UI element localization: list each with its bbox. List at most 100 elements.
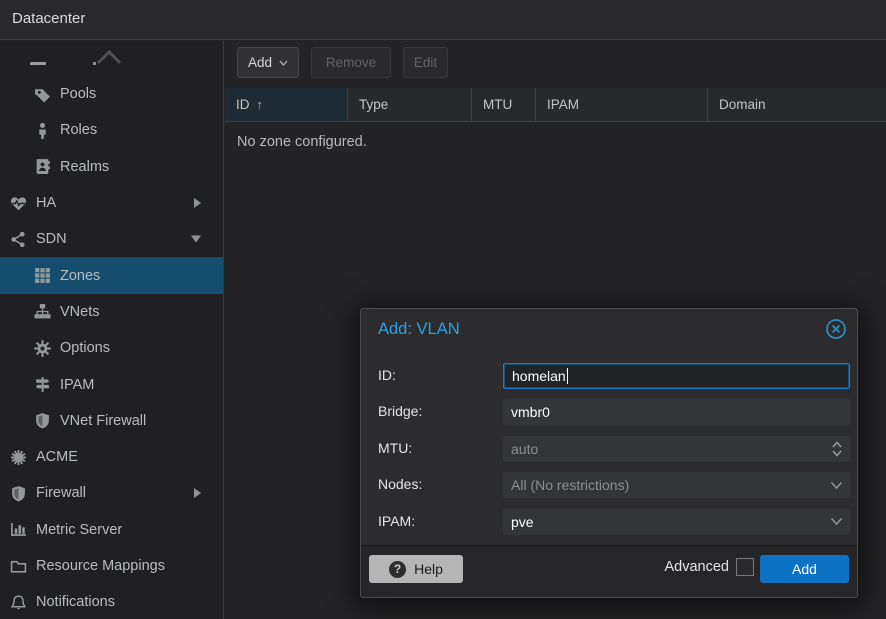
shield-icon [8,483,28,503]
bell-icon [8,592,28,612]
partially-scrolled-row[interactable] [0,41,223,76]
bridge-field[interactable]: vmbr0 [503,399,850,425]
tag-icon [32,84,52,104]
column-header-mtu[interactable]: MTU [472,88,536,122]
button-label: Edit [414,55,437,70]
sidebar-item-label: Roles [60,122,97,138]
sidebar-item-ipam[interactable]: IPAM [0,366,223,402]
field-value: All (No restrictions) [511,477,629,493]
sidebar-item-label: Options [60,340,110,356]
sidebar-item-label: SDN [36,231,67,247]
sidebar-item-label: Realms [60,159,109,175]
field-value: pve [511,514,534,530]
sidebar-item-options[interactable]: Options [0,330,223,366]
chevron-down-icon[interactable] [830,509,843,535]
add-vlan-dialog: Add: VLAN ID:homelanBridge:vmbr0MTU:auto… [360,308,858,598]
sidebar-item-roles[interactable]: Roles [0,112,223,148]
heartbeat-icon [8,193,28,213]
edit-button[interactable]: Edit [403,47,448,78]
gear-icon [32,338,52,358]
form-row-mtu: MTU: auto [361,436,859,464]
column-header-type[interactable]: Type [348,88,472,122]
field-value: auto [511,441,538,457]
add-submit-button[interactable]: Add [760,555,849,583]
network-icon [8,229,28,249]
field-value: homelan [512,368,566,384]
sidebar-item-label: Zones [60,268,100,284]
field-label: MTU: [378,440,412,456]
column-header-ipam[interactable]: IPAM [536,88,708,122]
add-submit-label: Add [792,561,817,577]
folder-icon [8,556,28,576]
spinner-icon[interactable] [831,436,843,462]
column-header-id[interactable]: ID↑ [225,88,348,122]
sidebar-item-vnets[interactable]: VNets [0,294,223,330]
sidebar-item-ha[interactable]: HA [0,185,223,221]
sidebar-item-label: IPAM [60,377,94,393]
expander-right-icon[interactable] [194,488,201,498]
advanced-label: Advanced [665,559,730,575]
expander-down-icon[interactable] [191,236,201,243]
sidebar-item-acme[interactable]: ACME [0,439,223,475]
top-bar: Datacenter [0,0,886,40]
advanced-checkbox[interactable] [736,558,754,576]
chevron-up-icon [96,49,122,65]
field-label: Nodes: [378,476,422,492]
sidebar-item-vnet-firewall[interactable]: VNet Firewall [0,403,223,439]
sitemap-icon [32,302,52,322]
bar-chart-icon [8,520,28,540]
sidebar-item-label: Firewall [36,485,86,501]
dialog-title: Add: VLAN [378,320,460,339]
form-row-id: ID:homelan [361,363,859,391]
sidebar-item-label: VNet Firewall [60,413,146,429]
shield-icon [32,411,52,431]
form-row-nodes: Nodes: All (No restrictions) [361,472,859,500]
nodes-field[interactable]: All (No restrictions) [503,472,850,498]
sidebar-item-label: HA [36,195,56,211]
id-field[interactable]: homelan [503,363,850,389]
expander-right-icon[interactable] [194,198,201,208]
button-label: Remove [326,55,376,70]
dialog-footer: ? Help Advanced Add [361,545,857,597]
ipam-field[interactable]: pve [503,509,850,535]
column-header-label: ID [236,97,250,112]
sidebar-item-label: Notifications [36,594,115,610]
field-value: vmbr0 [511,404,550,420]
sidebar-item-zones[interactable]: Zones [0,257,223,293]
column-header-label: Domain [719,97,766,112]
certificate-icon [8,447,28,467]
help-button-label: Help [414,561,443,577]
signpost-icon [32,375,52,395]
column-header-label: IPAM [547,97,579,112]
chevron-down-icon[interactable] [830,472,843,498]
column-header-label: MTU [483,97,512,112]
form-row-ipam: IPAM: pve [361,509,859,537]
sidebar-nav: Pools Roles Realms HA SDN Zones VNets Options IP… [0,41,224,619]
page-title: Datacenter [12,10,85,27]
sidebar-item-resource-mappings[interactable]: Resource Mappings [0,548,223,584]
sidebar-item-metric-server[interactable]: Metric Server [0,512,223,548]
text-cursor [567,368,568,384]
clipped-icon-fragment [30,62,46,65]
sidebar-item-pools[interactable]: Pools [0,76,223,112]
remove-button[interactable]: Remove [311,47,391,78]
grid-icon [32,266,52,286]
sidebar-item-notifications[interactable]: Notifications [0,584,223,619]
question-circle-icon: ? [389,561,406,578]
zones-table-header: ID↑ Type MTU IPAM Domain [225,88,886,122]
button-label: Add [248,55,272,70]
sidebar-item-label: Metric Server [36,522,122,538]
sidebar-item-label: Resource Mappings [36,558,165,574]
sidebar-item-sdn[interactable]: SDN [0,221,223,257]
close-icon[interactable] [825,318,847,340]
sidebar-item-label: Pools [60,86,96,102]
column-header-domain[interactable]: Domain [708,88,886,122]
sidebar-item-realms[interactable]: Realms [0,149,223,185]
field-label: IPAM: [378,513,415,529]
sidebar-item-firewall[interactable]: Firewall [0,475,223,511]
proxmox-datacenter-screen: Datacenter Pools Roles Realms HA SDN Zones VNe… [0,0,886,619]
help-button[interactable]: ? Help [369,555,463,583]
column-header-label: Type [359,97,388,112]
mtu-field[interactable]: auto [503,436,850,462]
add-button[interactable]: Add [237,47,299,78]
